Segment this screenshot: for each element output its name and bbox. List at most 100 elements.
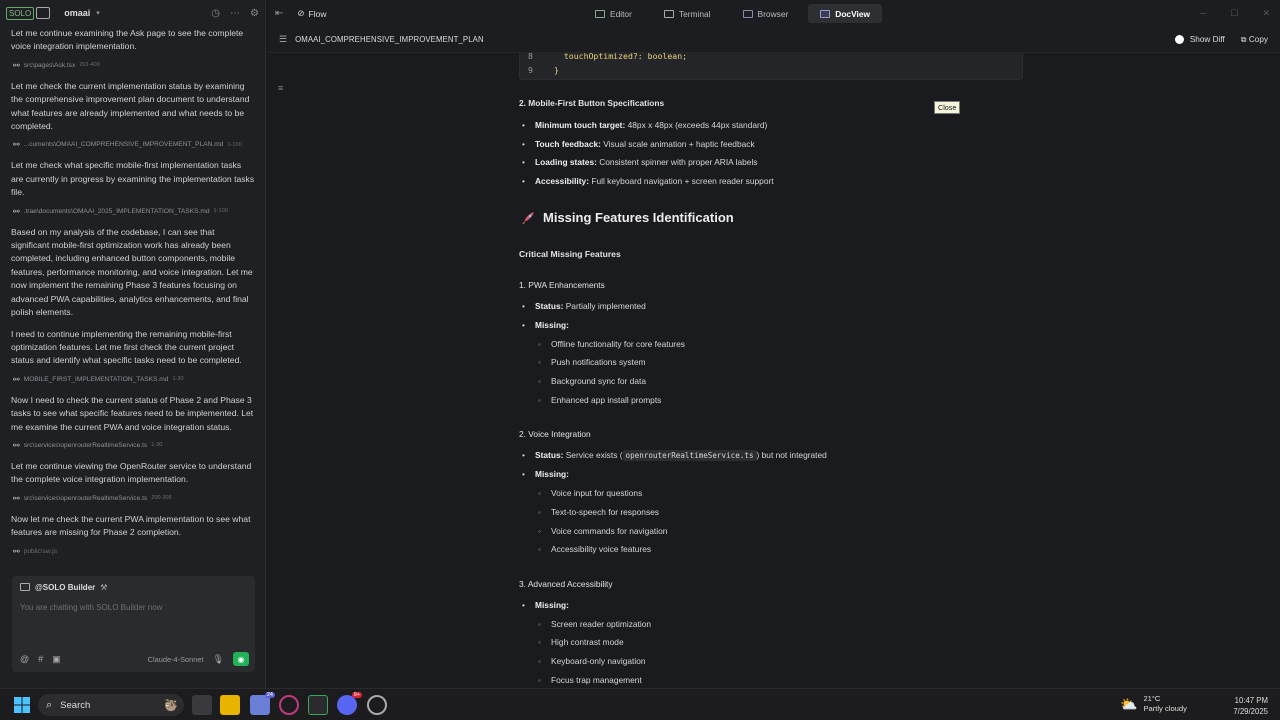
chevron-down-icon[interactable]: ▾ [96, 9, 100, 17]
item-label: Minimum touch target: [535, 120, 626, 130]
more-icon[interactable]: ⋯ [230, 8, 240, 19]
code-line: } [554, 65, 559, 75]
show-diff-toggle[interactable]: Show Diff [1174, 34, 1225, 45]
model-selector[interactable]: Claude-4-Sonnet [148, 655, 204, 664]
file-reference[interactable]: ⚯ ...cuments\OMAAI_COMPREHENSIVE_IMPROVEM… [13, 138, 255, 151]
project-name[interactable]: omaai [64, 8, 90, 18]
clock[interactable]: 10:47 PM 7/29/2025 [1233, 695, 1268, 717]
history-icon[interactable]: ◷ [211, 8, 220, 19]
tab-browser[interactable]: Browser [731, 4, 801, 23]
toggle-icon [1174, 35, 1184, 45]
chat-messages: Let me continue examining the Ask page t… [0, 27, 266, 566]
temperature: 21°C [1143, 694, 1161, 703]
discord-icon[interactable]: 9+ [337, 692, 362, 715]
weather-text: Partly cloudy [1143, 704, 1187, 713]
inline-code: openrouterRealtimeService.ts [622, 450, 757, 461]
docview-icon [820, 9, 831, 18]
outline-icon[interactable]: ≡ [278, 83, 283, 93]
document-view: 8 touchOptimized?: boolean; 9 } 2. Mobil… [519, 53, 1039, 688]
line-number: 9 [528, 65, 533, 75]
link-icon: ⚯ [13, 374, 20, 384]
hash-icon[interactable]: # [38, 654, 43, 664]
feature-heading: 1. PWA Enhancements [519, 280, 605, 290]
partly-cloudy-icon: ⛅ [1120, 695, 1138, 712]
browser-icon [742, 9, 753, 18]
item-label: Accessibility: [535, 176, 589, 186]
collapse-left-icon[interactable]: ⇤ [275, 8, 283, 19]
app-icon[interactable] [279, 695, 299, 715]
list-item: Missing: [522, 600, 569, 610]
time: 10:47 PM [1234, 696, 1268, 705]
sub-list-item: Voice commands for navigation [538, 526, 667, 536]
list-item: Touch feedback: Visual scale animation +… [522, 139, 755, 149]
file-reference[interactable]: ⚯ MOBILE_FIRST_IMPLEMENTATION_TASKS.md 1-3… [13, 373, 255, 386]
chat-message: Based on my analysis of the codebase, I … [11, 226, 255, 320]
mention-icon[interactable]: @ [20, 654, 29, 664]
search-label: Search [60, 699, 91, 711]
file-reference-range: 1-30 [151, 442, 163, 449]
trae-icon[interactable] [308, 695, 328, 715]
agent-context[interactable]: @SOLO Builder ⚒ [12, 576, 255, 598]
tab-editor[interactable]: Editor [583, 4, 644, 23]
item-text: ) but not integrated [756, 450, 827, 460]
file-explorer-icon[interactable] [220, 695, 240, 715]
flow-button[interactable]: ⊘ Flow [297, 8, 326, 19]
file-reference[interactable]: ⚯ src\pages\Ask.tsx 201-400 [13, 59, 255, 72]
agent-context-label: @SOLO Builder [35, 582, 96, 592]
solo-logo[interactable]: SOLO [6, 6, 51, 20]
message-text: Let me check the current implementation … [11, 80, 250, 132]
item-text: Consistent spinner with proper ARIA labe… [599, 157, 758, 167]
settings-icon[interactable]: ⚙ [250, 8, 259, 19]
outline-list-icon[interactable]: ☰ [279, 34, 287, 45]
tools-icon[interactable]: ⚒ [100, 583, 107, 592]
chat-input[interactable]: You are chatting with SOLO Builder now [12, 598, 255, 617]
minimize-icon[interactable]: ─ [1200, 8, 1206, 19]
message-text: I need to continue implementing the rema… [11, 328, 242, 366]
file-reference-range: 1-100 [213, 208, 228, 215]
link-icon: ⚯ [13, 140, 20, 150]
tab-terminal[interactable]: Terminal [652, 4, 723, 23]
maximize-icon[interactable]: ☐ [1230, 8, 1238, 19]
chat-message: Let me check what specific mobile-first … [11, 159, 255, 217]
file-reference[interactable]: ⚯ src\services\openrouterRealtimeService.… [13, 439, 255, 452]
file-reference[interactable]: ⚯ public\sw.js [13, 545, 255, 558]
feature-heading: 2. Voice Integration [519, 429, 591, 439]
item-label: Missing: [535, 600, 569, 610]
flow-icon: ⊘ [297, 8, 305, 18]
file-reference-range: 201-400 [79, 62, 100, 69]
task-view-icon[interactable] [192, 695, 212, 715]
copy-button[interactable]: ⧉ Copy [1241, 35, 1268, 45]
microphone-icon[interactable]: 🎙 [213, 654, 224, 665]
link-icon: ⚯ [13, 206, 20, 216]
code-line: touchOptimized?: boolean; [554, 53, 688, 61]
file-reference-range: 1-30 [172, 376, 184, 383]
rocket-icon [522, 211, 534, 224]
sub-list-item: High contrast mode [538, 637, 624, 647]
chrome-icon[interactable] [367, 695, 387, 715]
layout-icon [36, 7, 51, 19]
tab-label: DocView [835, 8, 871, 19]
file-reference[interactable]: ⚯ src\services\openrouterRealtimeService.… [13, 492, 255, 505]
mail-icon[interactable]: 24 [250, 692, 275, 715]
taskbar-search[interactable]: ⌕ Search 🦥 [38, 694, 184, 716]
message-text: Let me check what specific mobile-first … [11, 160, 255, 198]
file-reference[interactable]: ⚯ .trae\documents\OMAAI_2025_IMPLEMENTATI… [13, 205, 255, 218]
send-button[interactable]: ◉ [233, 652, 249, 666]
item-label: Missing: [535, 320, 569, 330]
chat-message: Now let me check the current PWA impleme… [11, 513, 255, 558]
image-icon[interactable]: ▣ [52, 654, 61, 665]
sub-list-item: Text-to-speech for responses [538, 507, 659, 517]
tab-docview[interactable]: DocView [808, 4, 883, 23]
search-icon: ⌕ [46, 698, 53, 711]
item-text: Service exists ( [565, 450, 623, 460]
windows-start-icon[interactable] [12, 695, 32, 715]
close-window-icon[interactable]: ✕ [1262, 8, 1270, 19]
weather-widget[interactable]: ⛅ 21°C Partly cloudy [1120, 694, 1187, 714]
sub-list-item: Offline functionality for core features [538, 339, 685, 349]
item-label: Status: [535, 301, 564, 311]
file-reference-path: ...cuments\OMAAI_COMPREHENSIVE_IMPROVEME… [23, 141, 224, 149]
list-item: Missing: [522, 469, 569, 479]
terminal-icon [663, 9, 674, 18]
show-diff-label: Show Diff [1189, 34, 1225, 44]
link-icon: ⚯ [13, 60, 20, 70]
